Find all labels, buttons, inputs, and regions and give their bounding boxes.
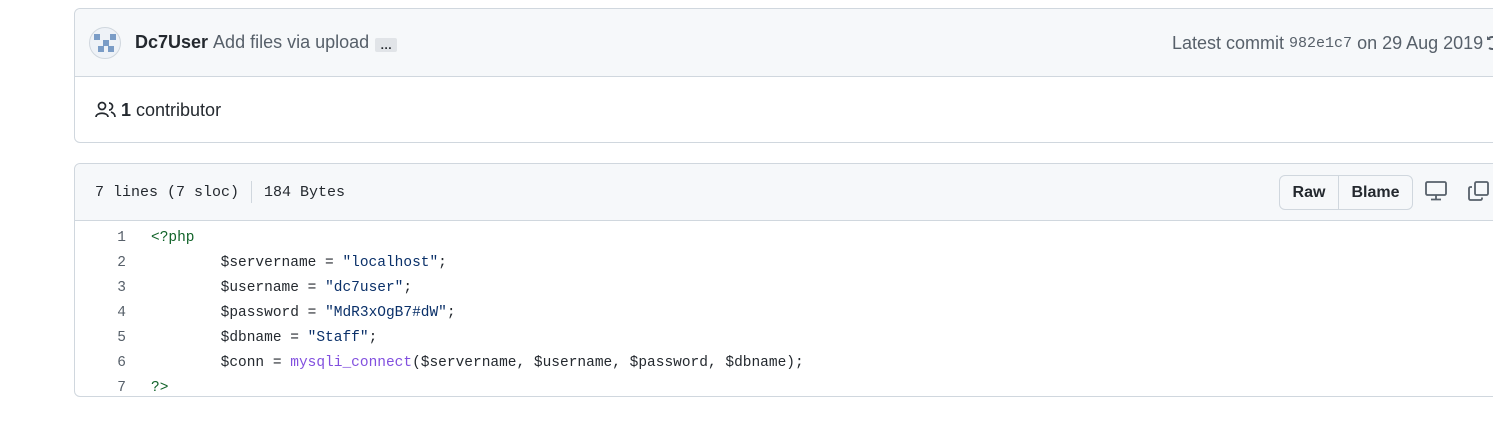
code-token: = [298, 279, 326, 296]
code-token: = [264, 354, 291, 371]
file-lines-info: 7 lines (7 sloc) [95, 183, 240, 201]
code-token: "MdR3xOgB7#dW" [325, 304, 447, 321]
code-line: 1 <?php [75, 225, 1493, 250]
line-number[interactable]: 7 [75, 380, 126, 396]
latest-commit-info: Latest commit 982e1c7 on 29 Aug 2019 [1172, 9, 1483, 77]
expand-commit-message-button[interactable]: … [375, 37, 398, 52]
history-icon[interactable] [1487, 34, 1493, 52]
code-token: $password [629, 354, 708, 371]
raw-button[interactable]: Raw [1280, 176, 1339, 209]
code-token: ?> [151, 379, 169, 396]
code-token: $servername [420, 354, 517, 371]
code-token: $conn [220, 354, 265, 371]
code-line: 5 $dbname = "Staff"; [75, 325, 1493, 350]
code-token: <?php [151, 229, 195, 246]
code-token: $dbname [725, 354, 787, 371]
line-number[interactable]: 5 [75, 330, 126, 346]
code-line: 3 $username = "dc7user"; [75, 275, 1493, 300]
line-content: $username = "dc7user"; [151, 280, 412, 296]
desktop-icon[interactable] [1425, 181, 1447, 201]
line-content: <?php [151, 230, 195, 246]
code-line: 6 $conn = mysqli_connect($servername, $u… [75, 350, 1493, 375]
code-line: 4 $password = "MdR3xOgB7#dW"; [75, 300, 1493, 325]
code-token: "Staff" [307, 329, 369, 346]
line-content: $servername = "localhost"; [151, 255, 447, 271]
contributors-row[interactable]: 1 contributor [75, 77, 1493, 143]
commit-date: on 29 Aug 2019 [1357, 32, 1484, 53]
code-token: ; [368, 329, 378, 346]
blame-button[interactable]: Blame [1339, 176, 1412, 209]
code-token: ); [786, 354, 804, 371]
line-content: ?> [151, 380, 168, 396]
code-line: 7 ?> [75, 375, 1493, 400]
commit-message-link[interactable]: Add files via upload [213, 32, 369, 53]
code-token: ; [403, 279, 413, 296]
code-token: ; [446, 304, 456, 321]
code-token: , [516, 354, 534, 371]
avatar[interactable] [89, 26, 121, 59]
latest-commit-label: Latest commit [1172, 32, 1285, 53]
code-token: $username [533, 354, 613, 371]
code-token: , [612, 354, 630, 371]
contributor-count: 1 [121, 99, 132, 120]
code-token: "localhost" [342, 254, 439, 271]
divider [251, 181, 253, 203]
commit-sha-link[interactable]: 982e1c7 [1289, 35, 1352, 52]
code-viewer[interactable]: 1 <?php 2 $servername = "localhost"; 3 $use… [75, 221, 1493, 400]
code-token: ; [438, 254, 447, 271]
file-actions-button-group: Raw Blame [1279, 175, 1413, 210]
line-number[interactable]: 6 [75, 355, 126, 371]
file-header: 7 lines (7 sloc) 184 Bytes Raw Blame [75, 164, 1493, 221]
line-number[interactable]: 3 [75, 280, 126, 296]
copy-icon[interactable] [1468, 181, 1490, 201]
commit-author-link[interactable]: Dc7User [135, 32, 208, 53]
contributor-label: contributor [136, 99, 222, 120]
code-token: $password [220, 304, 299, 321]
line-number[interactable]: 1 [75, 230, 126, 246]
line-number[interactable]: 4 [75, 305, 126, 321]
line-content: $dbname = "Staff"; [151, 329, 378, 346]
code-token: = [281, 329, 308, 346]
code-token: = [298, 304, 326, 321]
code-token: = [316, 254, 343, 271]
file-box: 7 lines (7 sloc) 184 Bytes Raw Blame 1 <?… [74, 163, 1493, 397]
code-token: mysqli_connect [290, 354, 413, 371]
code-token: $username [220, 279, 299, 296]
commit-box: Dc7User Add files via upload … Latest co… [74, 8, 1493, 143]
code-token: $dbname [220, 329, 282, 346]
line-content: $conn = mysqli_connect($servername, $use… [151, 355, 804, 371]
file-size: 184 Bytes [264, 183, 346, 201]
code-token: , [707, 354, 726, 371]
code-token: "dc7user" [325, 279, 404, 296]
people-icon [95, 101, 116, 118]
code-token: $servername [220, 254, 317, 271]
code-line: 2 $servername = "localhost"; [75, 250, 1493, 275]
line-number[interactable]: 2 [75, 255, 126, 271]
code-token: ( [412, 354, 421, 371]
latest-commit-row: Dc7User Add files via upload … Latest co… [75, 9, 1493, 77]
line-content: $password = "MdR3xOgB7#dW"; [151, 305, 456, 321]
